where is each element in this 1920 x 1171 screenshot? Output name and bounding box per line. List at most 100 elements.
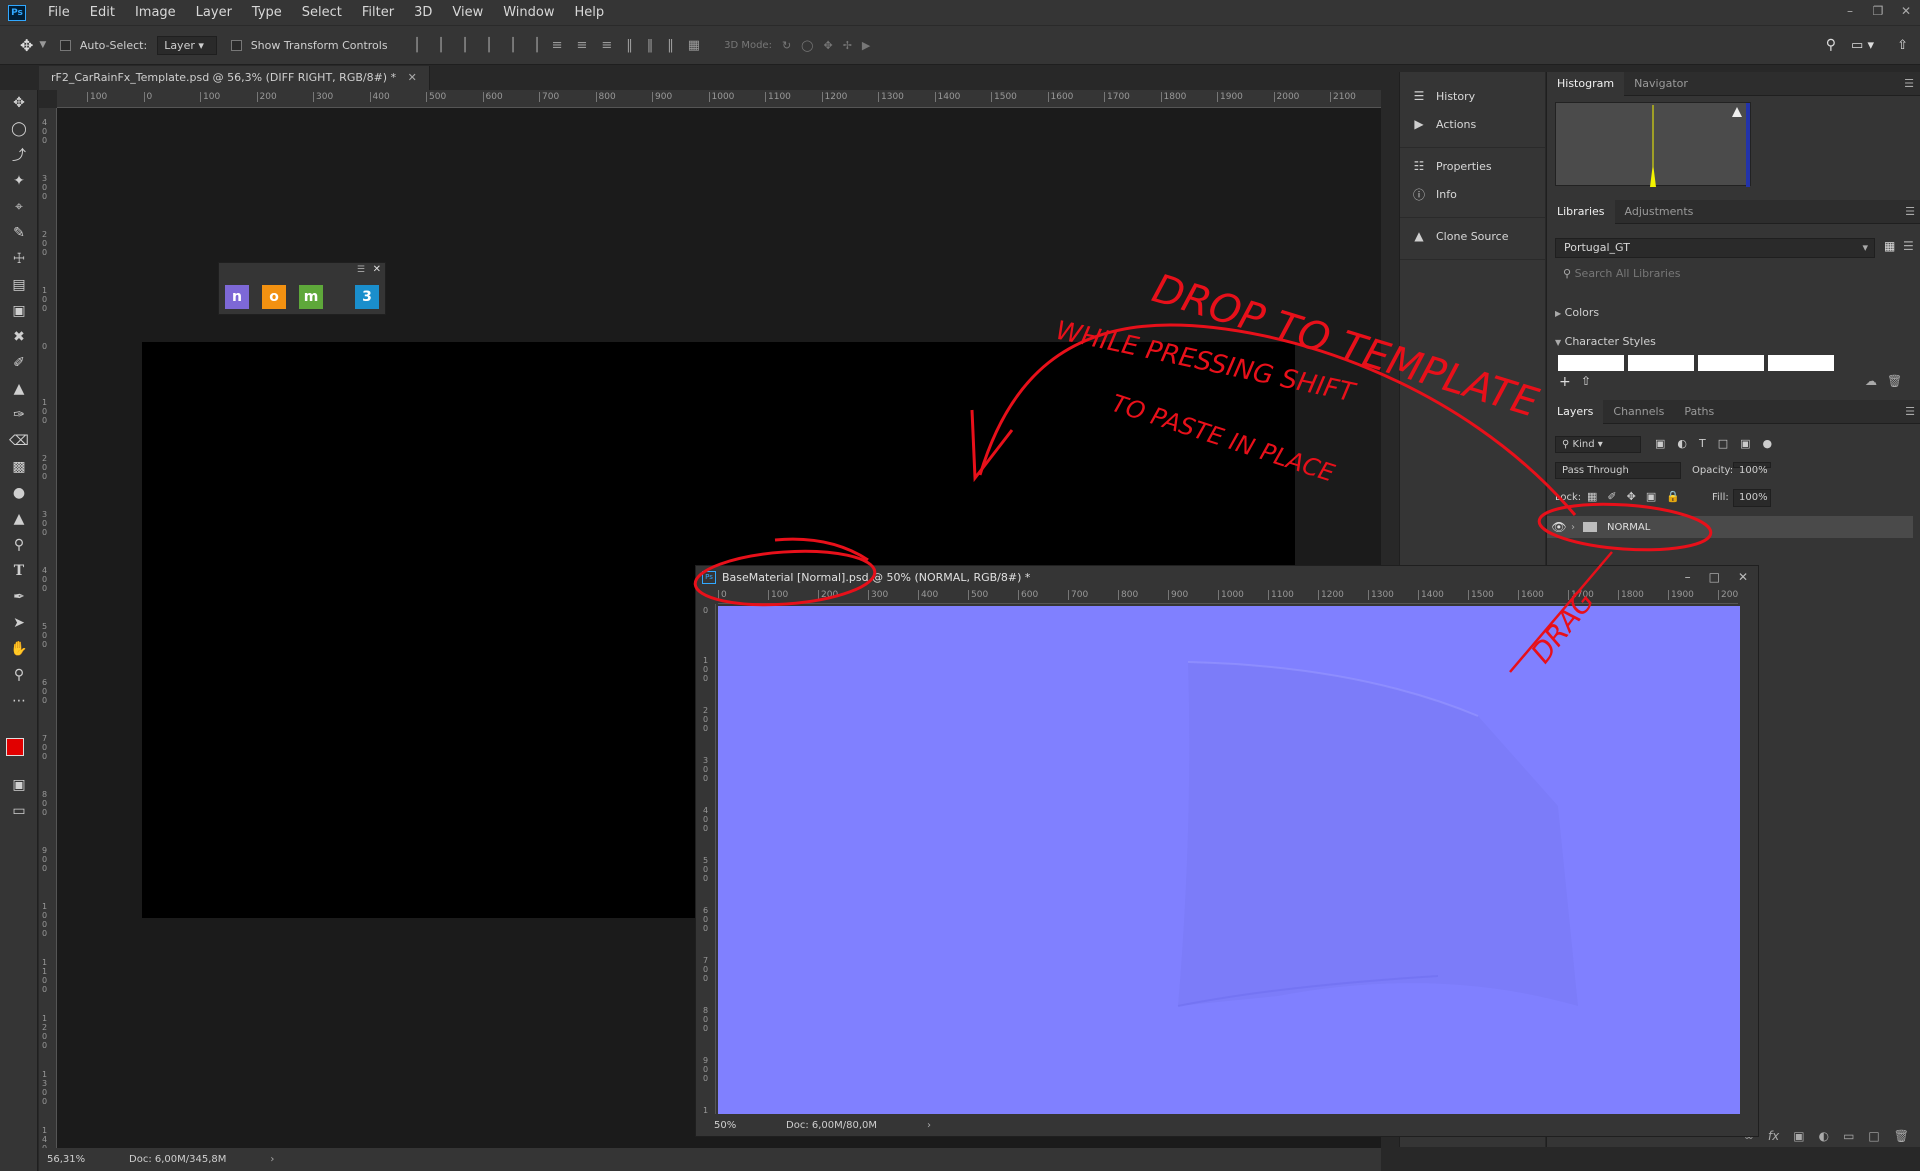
status-chevron-icon[interactable]: › xyxy=(927,1120,931,1131)
distribute-bottom-icon[interactable]: ≡ xyxy=(601,38,612,53)
menu-type[interactable]: Type xyxy=(242,5,292,20)
new-layer-icon[interactable]: □ xyxy=(1868,1129,1879,1143)
menu-window[interactable]: Window xyxy=(493,5,564,20)
search-icon[interactable]: ⚲ xyxy=(1826,37,1836,53)
hand-tool-icon[interactable]: ✋ xyxy=(0,636,38,662)
list-view-icon[interactable]: ☰ xyxy=(1903,239,1914,253)
share-icon[interactable]: ⇧ xyxy=(1897,38,1908,53)
3d-orbit-icon[interactable]: ↻ xyxy=(782,39,791,52)
3d-drag-icon[interactable]: ✥ xyxy=(823,39,832,52)
ruler-horizontal[interactable]: 100 0 100 200 300 400 500 600 700 800 900 1000 1100 1… xyxy=(57,90,1381,108)
menu-view[interactable]: View xyxy=(442,5,493,20)
tab-channels[interactable]: Channels xyxy=(1603,400,1674,424)
sharpen-tool-icon[interactable]: ▲ xyxy=(0,506,38,532)
frame-tool-icon[interactable]: ▣ xyxy=(0,298,38,324)
menu-help[interactable]: Help xyxy=(565,5,615,20)
dodge-tool-icon[interactable]: ⚲ xyxy=(0,532,38,558)
ruler-vertical[interactable]: 4 0 0 3 0 0 2 0 0 1 0 0 0 1 0 0 2 0 0 3 0 0 4 0 … xyxy=(39,108,57,1148)
panel-menu-icon[interactable]: ☰ xyxy=(1904,77,1914,90)
plugin-button-n[interactable]: n xyxy=(225,285,249,309)
crop-tool-icon[interactable]: ⌖ xyxy=(0,194,38,220)
panel-properties[interactable]: ☷ Properties xyxy=(1400,152,1545,180)
ruler-horizontal[interactable]: 0 100 200 300 400 500 600 700 800 900 1000 1100 1200… xyxy=(718,588,1738,604)
fx-icon[interactable]: fx xyxy=(1768,1129,1779,1143)
menu-filter[interactable]: Filter xyxy=(352,5,404,20)
char-style-thumb[interactable] xyxy=(1628,355,1694,371)
panel-clone-source[interactable]: ▲ Clone Source xyxy=(1400,222,1545,250)
3d-roll-icon[interactable]: ◯ xyxy=(801,39,813,52)
tool-preset-chevron-icon[interactable]: ▼ xyxy=(39,40,46,50)
minimize-icon[interactable]: – xyxy=(1836,0,1864,22)
menu-image[interactable]: Image xyxy=(125,5,186,20)
screen-mode-icon[interactable]: ▭ xyxy=(0,798,38,824)
eyedropper-icon[interactable]: ✎ xyxy=(0,220,38,246)
chevron-right-icon[interactable]: › xyxy=(1571,522,1575,533)
foreground-color-swatch[interactable] xyxy=(6,738,24,756)
history-brush-icon[interactable]: ✑ xyxy=(0,402,38,428)
char-style-thumb[interactable] xyxy=(1768,355,1834,371)
panel-history[interactable]: ☰ History xyxy=(1400,82,1545,110)
tab-histogram[interactable]: Histogram xyxy=(1547,71,1625,96)
align-left-icon[interactable]: ▕ xyxy=(480,38,490,53)
filter-icons[interactable]: ▣◐T□▣● xyxy=(1655,437,1784,450)
char-style-thumb[interactable] xyxy=(1558,355,1624,371)
auto-select-dropdown[interactable]: Layer ▾ xyxy=(157,35,218,55)
grid-view-icon[interactable]: ▦ xyxy=(1884,239,1895,253)
char-style-thumb[interactable] xyxy=(1698,355,1764,371)
distribute-top-icon[interactable]: ≡ xyxy=(552,38,563,53)
trash-icon[interactable]: 🗑 xyxy=(1894,1129,1909,1143)
quick-mask-icon[interactable]: ▣ xyxy=(0,772,38,798)
status-chevron-icon[interactable]: › xyxy=(270,1154,274,1165)
plugin-button-3[interactable]: 3 xyxy=(355,285,379,309)
magic-wand-icon[interactable]: ✦ xyxy=(0,168,38,194)
distribute-hcenter-icon[interactable]: ‖ xyxy=(647,38,654,53)
adjustment-icon[interactable]: ◐ xyxy=(1819,1129,1829,1143)
blur-tool-icon[interactable]: ● xyxy=(0,480,38,506)
cloud-icon[interactable]: ☁ xyxy=(1865,374,1877,388)
kind-filter[interactable]: ⚲ Kind ▾ xyxy=(1555,436,1641,453)
distribute-right-icon[interactable]: ‖ xyxy=(667,38,674,53)
align-hcenter-icon[interactable]: ▕ xyxy=(504,38,514,53)
auto-select-checkbox[interactable] xyxy=(60,40,72,51)
tab-libraries[interactable]: Libraries xyxy=(1547,199,1615,224)
ruler-vertical[interactable]: 0 1 0 0 2 0 0 3 0 0 4 0 0 5 0 0 6 0 0 7 0 0 8 0 … xyxy=(700,604,716,1114)
tab-adjustments[interactable]: Adjustments xyxy=(1615,200,1704,224)
distribute-vcenter-icon[interactable]: ≡ xyxy=(576,38,587,53)
minimize-icon[interactable]: – xyxy=(1685,566,1691,588)
close-tab-icon[interactable]: ✕ xyxy=(408,71,417,84)
panel-menu-icon[interactable]: ☰ xyxy=(1905,205,1915,218)
align-right-icon[interactable]: ▕ xyxy=(528,38,538,53)
menu-select[interactable]: Select xyxy=(292,5,352,20)
tab-paths[interactable]: Paths xyxy=(1674,400,1724,424)
library-search-input[interactable]: ⚲ Search All Libraries xyxy=(1555,265,1911,285)
plugin-button-m[interactable]: m xyxy=(299,285,323,309)
layer-row[interactable]: 👁 › NORMAL xyxy=(1547,516,1913,538)
zoom-level[interactable]: 56,31% xyxy=(47,1154,117,1165)
gradient-tool-icon[interactable]: ▩ xyxy=(0,454,38,480)
panel-menu-icon[interactable]: ☰ xyxy=(357,265,365,275)
puppet-warp-icon[interactable]: ✖ xyxy=(0,324,38,350)
move-tool-icon[interactable]: ✥ xyxy=(0,90,38,116)
align-top-icon[interactable]: ▕ xyxy=(408,38,418,53)
healing-brush-icon[interactable]: ☩ xyxy=(0,246,38,272)
section-colors[interactable]: ▶ Colors xyxy=(1555,306,1599,319)
close-panel-icon[interactable]: ✕ xyxy=(373,264,381,275)
path-select-icon[interactable]: ➤ xyxy=(0,610,38,636)
upload-icon[interactable]: ⇧ xyxy=(1581,374,1591,388)
menu-edit[interactable]: Edit xyxy=(80,5,125,20)
plugin-button-o[interactable]: o xyxy=(262,285,286,309)
lock-icons[interactable]: ▦✐✥▣🔒 xyxy=(1587,490,1690,503)
marquee-tool-icon[interactable]: ◯ xyxy=(0,116,38,142)
zoom-tool-icon[interactable]: ⚲ xyxy=(0,662,38,688)
distribute-left-icon[interactable]: ‖ xyxy=(626,38,633,53)
lasso-tool-icon[interactable]: ⤴ xyxy=(0,142,38,168)
panel-actions[interactable]: ▶ Actions xyxy=(1400,110,1545,138)
section-character-styles[interactable]: ▼ Character Styles xyxy=(1555,335,1656,348)
menu-3d[interactable]: 3D xyxy=(404,5,442,20)
type-tool-icon[interactable]: T xyxy=(0,558,38,584)
close-icon[interactable]: ✕ xyxy=(1738,566,1748,588)
move-tool-icon[interactable]: ✥ xyxy=(20,36,33,55)
maximize-icon[interactable]: □ xyxy=(1709,566,1720,588)
align-bottom-icon[interactable]: ▕ xyxy=(456,38,466,53)
show-transform-checkbox[interactable] xyxy=(231,40,243,51)
